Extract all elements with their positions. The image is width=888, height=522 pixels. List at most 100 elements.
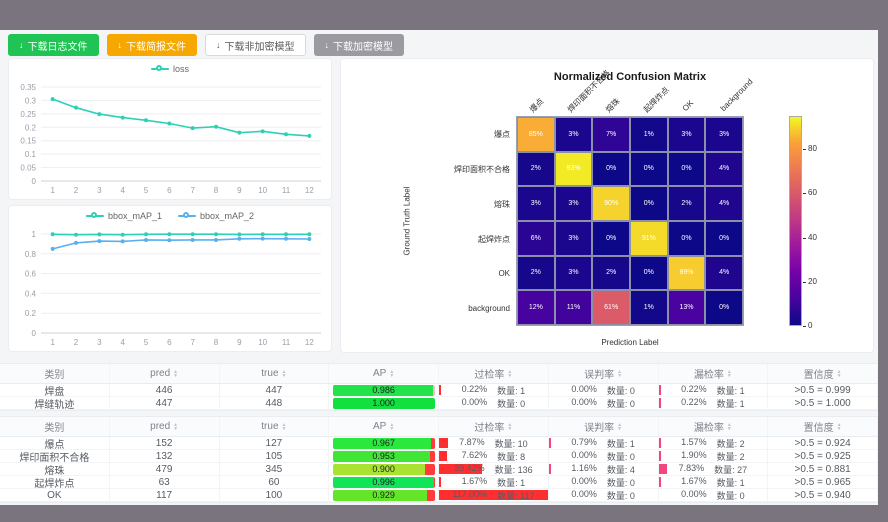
sort-caret-icon[interactable]: ▲▼ — [617, 423, 622, 431]
download-report-button[interactable]: ↓ 下载简报文件 — [107, 34, 198, 56]
ap-value: 0.900 — [333, 464, 435, 475]
column-header-pred[interactable]: pred▲▼ — [110, 417, 220, 436]
rate-count: 数量: 136 — [495, 463, 533, 475]
cell-class-name: 焊盘 — [0, 384, 110, 396]
cell-true: 105 — [220, 450, 330, 462]
rate-percent: 0.00% — [681, 489, 707, 501]
cell-ap: 1.000 — [329, 397, 439, 409]
download-log-button[interactable]: ↓ 下载日志文件 — [8, 34, 99, 56]
legend-item-bbox_mAP_1[interactable]: bbox_mAP_1 — [86, 211, 162, 221]
cell-class-name: 爆点 — [0, 437, 110, 449]
ap-value: 0.929 — [333, 490, 435, 501]
rate-percent: 0.22% — [462, 384, 488, 396]
column-header-误判率[interactable]: 误判率▲▼ — [549, 417, 659, 436]
matrix-col-label: 熔珠 — [603, 96, 622, 115]
rate-text: 1.67%数量: 1 — [681, 476, 745, 488]
colorbar-tick — [803, 326, 806, 327]
sort-caret-icon[interactable]: ▲▼ — [389, 423, 394, 431]
matrix-cell: 3% — [517, 186, 555, 221]
rate-percent: 0.22% — [681, 384, 707, 396]
defect-metrics-table: 类别pred▲▼true▲▼AP▲▼过检率▲▼误判率▲▼漏检率▲▼置信度▲▼爆点… — [0, 416, 878, 503]
rate-percent: 0.00% — [571, 489, 597, 501]
column-header-过检率[interactable]: 过检率▲▼ — [439, 417, 549, 436]
svg-text:10: 10 — [258, 338, 267, 347]
column-header-true[interactable]: true▲▼ — [220, 364, 330, 383]
download-encrypted-model-button[interactable]: ↓ 下载加密模型 — [314, 34, 405, 56]
sort-caret-icon[interactable]: ▲▼ — [282, 423, 287, 431]
download-icon: ↓ — [325, 40, 330, 50]
matrix-cell: 2% — [517, 152, 555, 187]
rate-percent: 1.57% — [681, 437, 707, 449]
colorbar-tick-label: 80 — [808, 144, 817, 153]
matrix-cell: 90% — [592, 186, 630, 221]
column-header-pred[interactable]: pred▲▼ — [110, 364, 220, 383]
matrix-cell: 85% — [517, 117, 555, 152]
column-header-置信度[interactable]: 置信度▲▼ — [768, 364, 878, 383]
rate-cell: 0.79%数量: 1 — [549, 437, 659, 449]
table-row[interactable]: 焊盘4464470.9860.22%数量: 10.00%数量: 00.22%数量… — [0, 384, 878, 397]
rate-bar — [659, 398, 661, 408]
sort-caret-icon[interactable]: ▲▼ — [837, 423, 842, 431]
download-unencrypted-model-button[interactable]: ↓ 下载非加密模型 — [205, 34, 306, 56]
column-header-过检率[interactable]: 过检率▲▼ — [439, 364, 549, 383]
sort-caret-icon[interactable]: ▲▼ — [507, 423, 512, 431]
table-row[interactable]: 焊印面积不合格1321050.9537.62%数量: 80.00%数量: 01.… — [0, 450, 878, 463]
cell-ap: 0.900 — [329, 463, 439, 475]
legend-item-loss[interactable]: loss — [151, 64, 189, 74]
sort-caret-icon[interactable]: ▲▼ — [282, 370, 287, 378]
rate-text: 0.00%数量: 0 — [681, 489, 745, 501]
sort-caret-icon[interactable]: ▲▼ — [173, 423, 178, 431]
svg-text:0: 0 — [32, 329, 37, 338]
svg-text:1: 1 — [50, 186, 55, 195]
rate-percent: 39.42% — [454, 463, 485, 475]
confusion-matrix-grid: 85%3%7%1%3%3%2%93%0%0%0%4%3%3%90%0%2%4%6… — [516, 116, 744, 326]
table-row[interactable]: 起焊炸点63600.9961.67%数量: 10.00%数量: 01.67%数量… — [0, 476, 878, 489]
table-row[interactable]: 熔珠4793450.90039.42%数量: 1361.16%数量: 47.83… — [0, 463, 878, 476]
matrix-col-label: background — [719, 77, 755, 113]
rate-cell: 1.90%数量: 2 — [659, 450, 769, 462]
sort-caret-icon[interactable]: ▲▼ — [837, 370, 842, 378]
rate-bar — [659, 438, 661, 448]
column-header-漏检率[interactable]: 漏检率▲▼ — [659, 417, 769, 436]
sort-caret-icon[interactable]: ▲▼ — [617, 370, 622, 378]
svg-text:12: 12 — [305, 338, 314, 347]
column-header-AP[interactable]: AP▲▼ — [329, 364, 439, 383]
column-header-漏检率[interactable]: 漏检率▲▼ — [659, 364, 769, 383]
matrix-row-label: OK — [438, 269, 510, 278]
legend-item-bbox_mAP_2[interactable]: bbox_mAP_2 — [178, 211, 254, 221]
legend-label: bbox_mAP_1 — [108, 211, 162, 221]
colorbar-tick — [803, 149, 806, 150]
matrix-ylabel: Ground Truth Label — [403, 187, 412, 256]
table-row[interactable]: 焊缝轨迹4474481.0000.00%数量: 00.00%数量: 00.22%… — [0, 397, 878, 410]
matrix-cell: 13% — [668, 290, 706, 325]
column-header-true[interactable]: true▲▼ — [220, 417, 330, 436]
matrix-row-label: background — [438, 304, 510, 313]
svg-text:0.3: 0.3 — [25, 96, 37, 105]
column-header-类别: 类别 — [0, 364, 110, 383]
rate-count: 数量: 1 — [497, 476, 525, 488]
sort-caret-icon[interactable]: ▲▼ — [507, 370, 512, 378]
matrix-cell: 61% — [592, 290, 630, 325]
rate-bar — [549, 464, 551, 474]
sort-caret-icon[interactable]: ▲▼ — [727, 423, 732, 431]
weld-track-metrics-table: 类别pred▲▼true▲▼AP▲▼过检率▲▼误判率▲▼漏检率▲▼置信度▲▼ 焊盘… — [0, 363, 878, 411]
rate-text: 1.16%数量: 4 — [571, 463, 635, 475]
rate-text: 0.00%数量: 0 — [571, 489, 635, 501]
sort-caret-icon[interactable]: ▲▼ — [727, 370, 732, 378]
table-row[interactable]: 爆点1521270.9677.87%数量: 100.79%数量: 11.57%数… — [0, 437, 878, 450]
colorbar-tick — [803, 282, 806, 283]
svg-text:5: 5 — [144, 186, 149, 195]
sort-caret-icon[interactable]: ▲▼ — [389, 370, 394, 378]
cell-pred: 117 — [110, 489, 220, 501]
svg-text:11: 11 — [282, 186, 291, 195]
sort-caret-icon[interactable]: ▲▼ — [173, 370, 178, 378]
column-header-置信度[interactable]: 置信度▲▼ — [768, 417, 878, 436]
rate-cell: 0.22%数量: 1 — [659, 397, 769, 409]
table-row[interactable]: OK1171000.929117.00%数量: 1170.00%数量: 00.0… — [0, 489, 878, 502]
matrix-cell: 11% — [555, 290, 593, 325]
column-header-AP[interactable]: AP▲▼ — [329, 417, 439, 436]
column-header-误判率[interactable]: 误判率▲▼ — [549, 364, 659, 383]
svg-text:0.8: 0.8 — [25, 250, 37, 259]
matrix-cell: 12% — [517, 290, 555, 325]
rate-text: 0.00%数量: 0 — [571, 384, 635, 396]
